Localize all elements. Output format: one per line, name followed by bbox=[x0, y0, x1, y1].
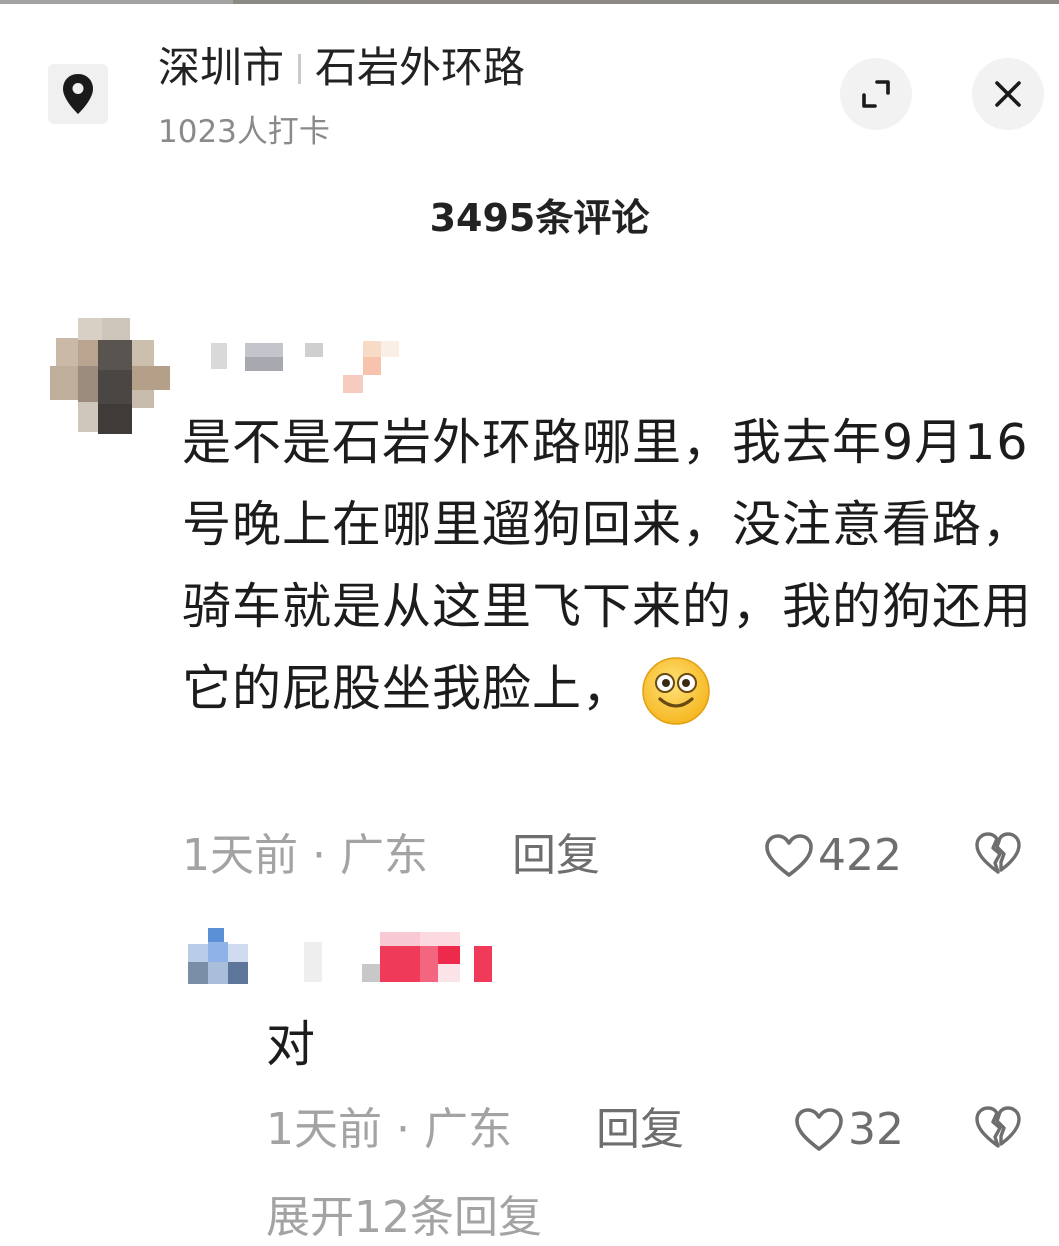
location-icon-box bbox=[48, 64, 108, 124]
comment-time: 1天前 bbox=[182, 830, 298, 881]
comment-meta: 1天前 · 广东 bbox=[182, 828, 428, 884]
like-count: 422 bbox=[818, 830, 902, 881]
heart-icon bbox=[795, 1108, 843, 1151]
expand-button[interactable] bbox=[840, 58, 912, 130]
checkin-count: 1023人打卡 bbox=[158, 114, 330, 150]
broken-heart-icon bbox=[975, 1106, 1021, 1148]
comment-body: 是不是石岩外环路哪里，我去年9月16号晚上在哪里遛狗回来，没注意看路，骑车就是从… bbox=[182, 414, 1033, 717]
smiling-face-emoji bbox=[640, 655, 712, 727]
top-status-strip bbox=[0, 0, 1059, 4]
title-separator bbox=[298, 54, 302, 84]
close-icon bbox=[995, 81, 1021, 107]
reply-avatar[interactable] bbox=[188, 928, 250, 986]
road-name: 石岩外环路 bbox=[315, 43, 526, 92]
reply-username-blurred[interactable] bbox=[300, 928, 500, 986]
username-blurred[interactable] bbox=[205, 337, 405, 395]
reply-button[interactable]: 回复 bbox=[512, 828, 600, 884]
close-button[interactable] bbox=[972, 58, 1044, 130]
broken-heart-icon bbox=[975, 832, 1021, 874]
dislike-button[interactable] bbox=[974, 830, 1022, 878]
avatar[interactable] bbox=[50, 318, 174, 436]
reply-dislike-button[interactable] bbox=[974, 1104, 1022, 1152]
reply-reply-button[interactable]: 回复 bbox=[596, 1102, 684, 1158]
like-button[interactable]: 422 bbox=[764, 828, 902, 884]
heart-icon bbox=[765, 834, 813, 877]
reply-region: 广东 bbox=[424, 1104, 512, 1155]
reply-time: 1天前 bbox=[266, 1104, 382, 1155]
comment-text: 是不是石岩外环路哪里，我去年9月16号晚上在哪里遛狗回来，没注意看路，骑车就是从… bbox=[182, 402, 1042, 730]
meta-dot: · bbox=[312, 830, 326, 881]
location-title[interactable]: 深圳市 石岩外环路 bbox=[158, 40, 525, 96]
comments-count-title: 3495条评论 bbox=[429, 196, 650, 240]
reply-like-button[interactable]: 32 bbox=[794, 1102, 904, 1158]
location-pin-icon bbox=[63, 74, 93, 114]
meta-dot: · bbox=[396, 1104, 410, 1155]
reply-meta: 1天前 · 广东 bbox=[266, 1102, 512, 1158]
comment-region: 广东 bbox=[340, 830, 428, 881]
reply-like-count: 32 bbox=[848, 1104, 904, 1155]
expand-icon bbox=[862, 80, 890, 108]
expand-replies-link[interactable]: 展开12条回复 bbox=[266, 1190, 542, 1246]
reply-text: 对 bbox=[266, 1016, 316, 1073]
city-name: 深圳市 bbox=[158, 43, 285, 92]
